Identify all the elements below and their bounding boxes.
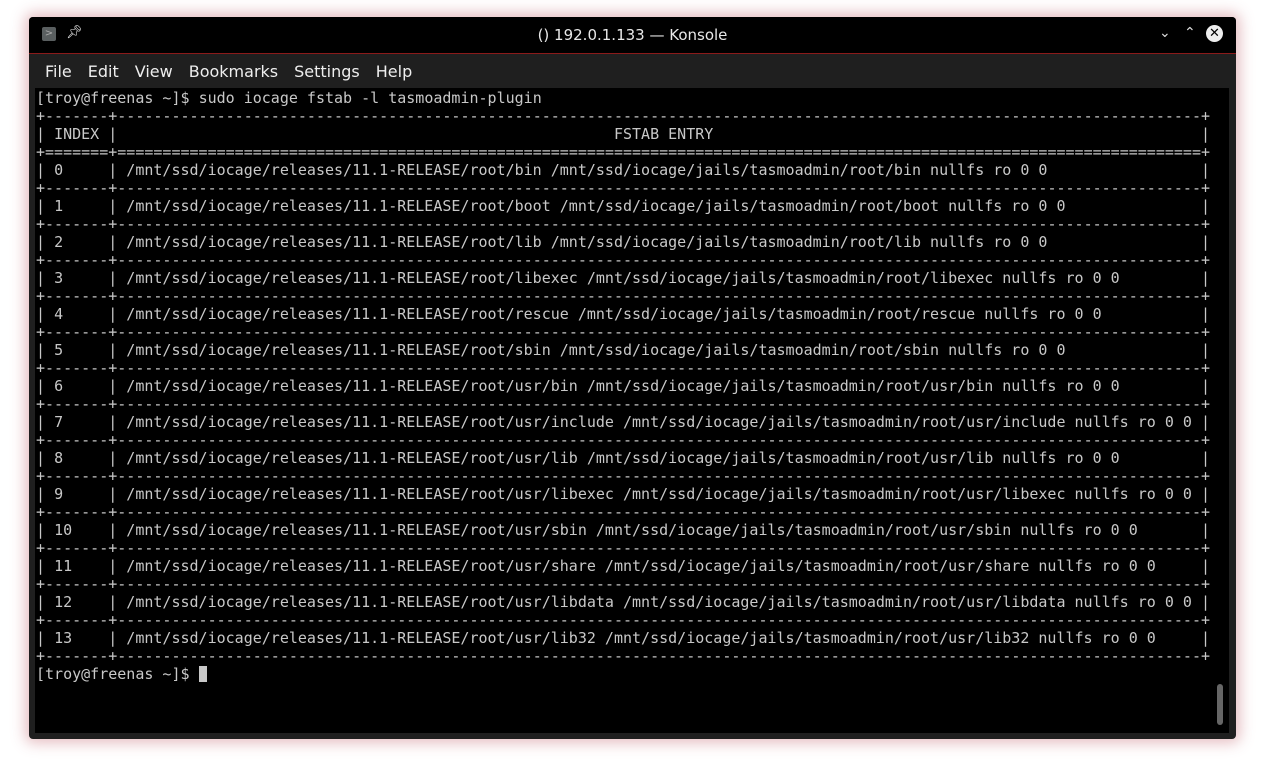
index-cell: 0 (54, 161, 64, 179)
menu-edit[interactable]: Edit (80, 62, 127, 81)
table-row: | 12 | /mnt/ssd/iocage/releases/11.1-RELE… (36, 593, 1210, 611)
table-border: +-------+-------------------------------… (36, 179, 1210, 197)
table-row: | 2 | /mnt/ssd/iocage/releases/11.1-RELEA… (36, 233, 1210, 251)
menu-bookmarks[interactable]: Bookmarks (181, 62, 286, 81)
fstab-entry-cell: /mnt/ssd/iocage/releases/11.1-RELEASE/ro… (126, 593, 1192, 611)
command-line: [troy@freenas ~]$ sudo iocage fstab -l t… (36, 89, 1210, 107)
menu-settings[interactable]: Settings (286, 62, 368, 81)
window-title: () 192.0.1.133 — Konsole (537, 26, 728, 44)
fstab-entry-cell: /mnt/ssd/iocage/releases/11.1-RELEASE/ro… (126, 269, 1120, 287)
table-border: +-------+-------------------------------… (36, 503, 1210, 521)
table-row: | 13 | /mnt/ssd/iocage/releases/11.1-RELE… (36, 629, 1210, 647)
index-cell: 12 (54, 593, 73, 611)
index-cell: 4 (54, 305, 64, 323)
terminal-output: [troy@freenas ~]$ sudo iocage fstab -l t… (36, 89, 1210, 683)
text-cursor (198, 666, 207, 682)
index-cell: 3 (54, 269, 64, 287)
minimize-chevron-down-icon[interactable]: ⌄ (1159, 25, 1171, 41)
table-header: | INDEX | FSTAB ENTRY | (36, 125, 1210, 143)
fstab-entry-cell: /mnt/ssd/iocage/releases/11.1-RELEASE/ro… (126, 629, 1156, 647)
scrollbar[interactable] (1217, 684, 1223, 725)
konsole-window: > 📌︎ () 192.0.1.133 — Konsole ⌄ ⌃ ✕ File… (29, 17, 1236, 739)
fstab-entry-cell: /mnt/ssd/iocage/releases/11.1-RELEASE/ro… (126, 305, 1102, 323)
menu-bar: File Edit View Bookmarks Settings Help (29, 54, 1236, 88)
command: sudo iocage fstab -l tasmoadmin-plugin (198, 89, 542, 107)
terminal-area[interactable]: [troy@freenas ~]$ sudo iocage fstab -l t… (35, 88, 1229, 733)
maximize-chevron-up-icon[interactable]: ⌃ (1184, 25, 1196, 41)
table-row: | 8 | /mnt/ssd/iocage/releases/11.1-RELEA… (36, 449, 1210, 467)
table-border: +-------+-------------------------------… (36, 647, 1210, 665)
fstab-entry-cell: /mnt/ssd/iocage/releases/11.1-RELEASE/ro… (126, 161, 1048, 179)
table-row: | 5 | /mnt/ssd/iocage/releases/11.1-RELEA… (36, 341, 1210, 359)
fstab-entry-cell: /mnt/ssd/iocage/releases/11.1-RELEASE/ro… (126, 557, 1156, 575)
close-icon[interactable]: ✕ (1206, 25, 1223, 42)
table-border: +-------+-------------------------------… (36, 251, 1210, 269)
menu-help[interactable]: Help (368, 62, 420, 81)
fstab-entry-cell: /mnt/ssd/iocage/releases/11.1-RELEASE/ro… (126, 197, 1066, 215)
fstab-entry-cell: /mnt/ssd/iocage/releases/11.1-RELEASE/ro… (126, 233, 1048, 251)
table-row: | 7 | /mnt/ssd/iocage/releases/11.1-RELEA… (36, 413, 1210, 431)
prompt: [troy@freenas ~]$ (36, 89, 199, 107)
table-border: +-------+-------------------------------… (36, 467, 1210, 485)
index-cell: 13 (54, 629, 73, 647)
table-row: | 4 | /mnt/ssd/iocage/releases/11.1-RELEA… (36, 305, 1210, 323)
table-row: | 3 | /mnt/ssd/iocage/releases/11.1-RELEA… (36, 269, 1210, 287)
table-border: +-------+-------------------------------… (36, 107, 1210, 125)
index-cell: 11 (54, 557, 73, 575)
prompt: [troy@freenas ~]$ (36, 665, 199, 683)
table-border: +-------+-------------------------------… (36, 431, 1210, 449)
table-row: | 10 | /mnt/ssd/iocage/releases/11.1-RELE… (36, 521, 1210, 539)
fstab-entry-cell: /mnt/ssd/iocage/releases/11.1-RELEASE/ro… (126, 485, 1192, 503)
table-border: +-------+-------------------------------… (36, 575, 1210, 593)
fstab-entry-cell: /mnt/ssd/iocage/releases/11.1-RELEASE/ro… (126, 413, 1192, 431)
fstab-entry-cell: /mnt/ssd/iocage/releases/11.1-RELEASE/ro… (126, 521, 1138, 539)
table-border: +-------+-------------------------------… (36, 539, 1210, 557)
index-cell: 2 (54, 233, 64, 251)
table-border: +-------+-------------------------------… (36, 215, 1210, 233)
table-row: | 1 | /mnt/ssd/iocage/releases/11.1-RELEA… (36, 197, 1210, 215)
index-cell: 1 (54, 197, 64, 215)
menu-view[interactable]: View (127, 62, 181, 81)
index-cell: 8 (54, 449, 64, 467)
table-border: +-------+-------------------------------… (36, 359, 1210, 377)
index-cell: 10 (54, 521, 73, 539)
fstab-entry-cell: /mnt/ssd/iocage/releases/11.1-RELEASE/ro… (126, 377, 1120, 395)
table-row: | 6 | /mnt/ssd/iocage/releases/11.1-RELEA… (36, 377, 1210, 395)
table-header-border: +=======+===============================… (36, 143, 1210, 161)
menu-file[interactable]: File (37, 62, 80, 81)
table-row: | 11 | /mnt/ssd/iocage/releases/11.1-RELE… (36, 557, 1210, 575)
fstab-entry-cell: FSTAB ENTRY (613, 125, 714, 143)
title-bar: > 📌︎ () 192.0.1.133 — Konsole ⌄ ⌃ ✕ (29, 17, 1236, 54)
index-cell: 7 (54, 413, 64, 431)
table-border: +-------+-------------------------------… (36, 323, 1210, 341)
index-cell: 5 (54, 341, 64, 359)
table-border: +-------+-------------------------------… (36, 395, 1210, 413)
index-cell: 9 (54, 485, 64, 503)
table-border: +-------+-------------------------------… (36, 287, 1210, 305)
index-cell: 6 (54, 377, 64, 395)
index-cell: INDEX (54, 125, 100, 143)
fstab-entry-cell: /mnt/ssd/iocage/releases/11.1-RELEASE/ro… (126, 341, 1066, 359)
table-row: | 0 | /mnt/ssd/iocage/releases/11.1-RELEA… (36, 161, 1210, 179)
table-border: +-------+-------------------------------… (36, 611, 1210, 629)
fstab-entry-cell: /mnt/ssd/iocage/releases/11.1-RELEASE/ro… (126, 449, 1120, 467)
table-row: | 9 | /mnt/ssd/iocage/releases/11.1-RELEA… (36, 485, 1210, 503)
prompt-line[interactable]: [troy@freenas ~]$ (36, 665, 1210, 683)
